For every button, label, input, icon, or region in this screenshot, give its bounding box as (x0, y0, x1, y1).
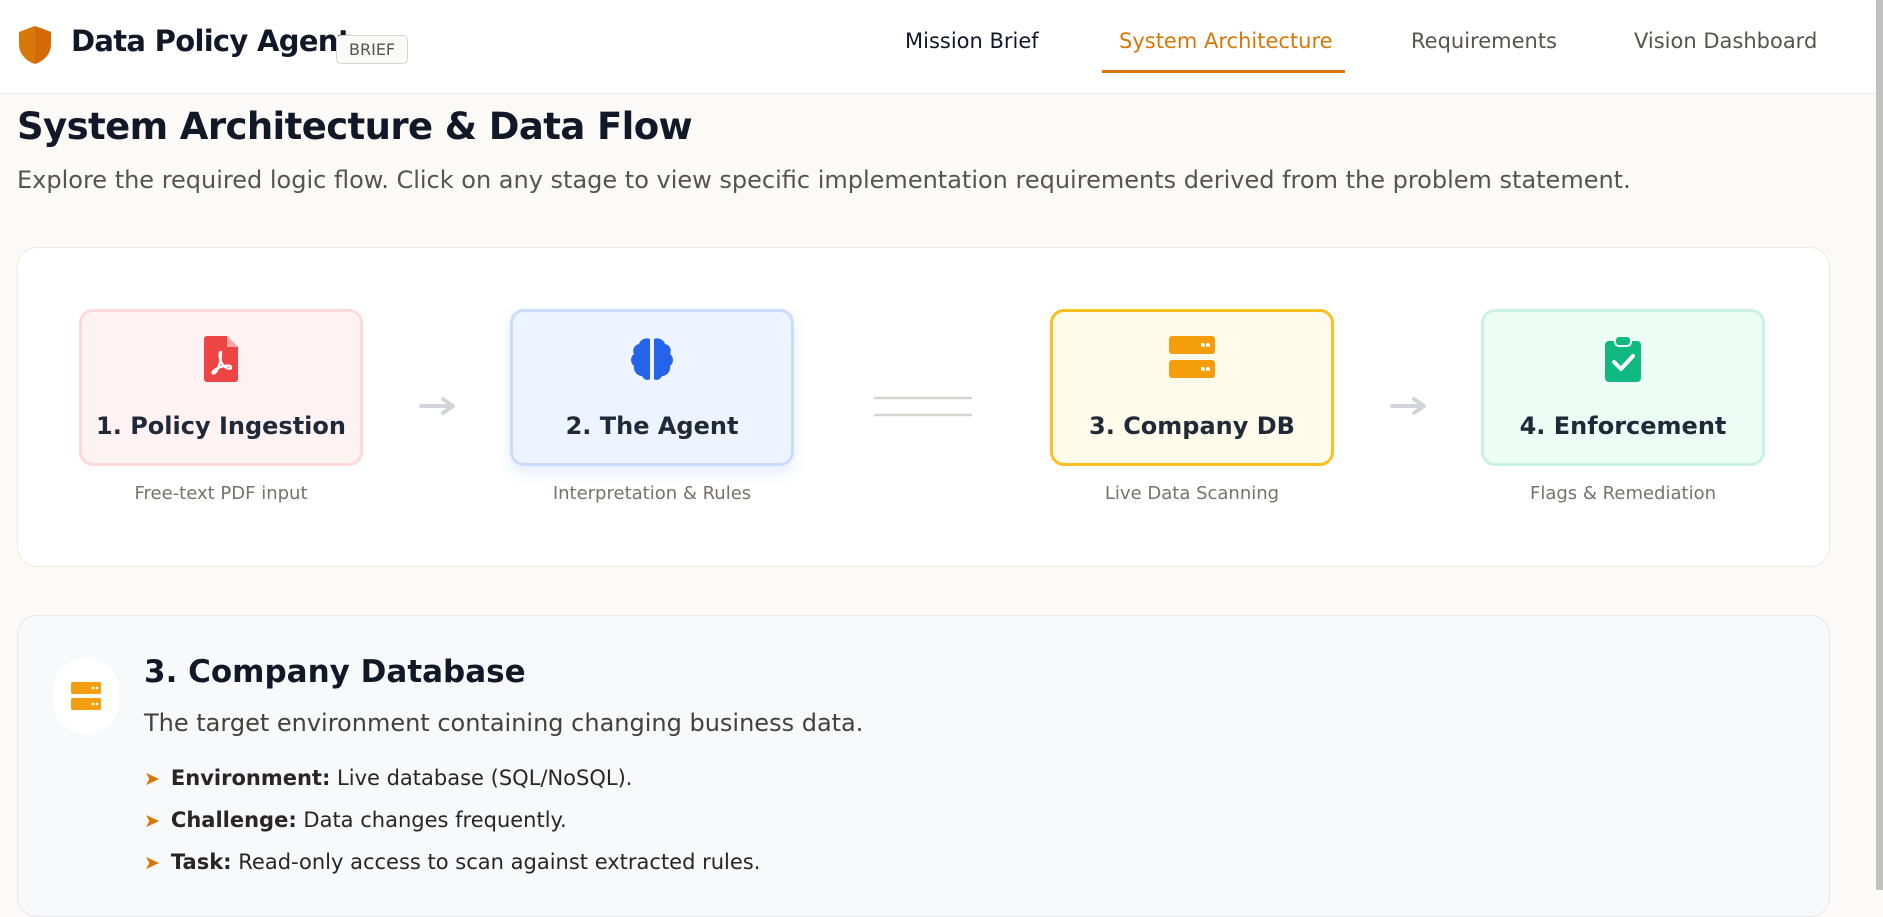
item-text: Data changes frequently. (303, 808, 567, 832)
clipboard-check-icon (1605, 336, 1641, 382)
pdf-file-icon (204, 336, 238, 382)
item-text: Live database (SQL/NoSQL). (337, 766, 633, 790)
stage-title: 2. The Agent (565, 412, 739, 440)
arrow-bullet-icon: ➤ (144, 768, 160, 790)
detail-icon-badge (53, 658, 119, 734)
active-tab-indicator (1102, 70, 1345, 73)
stage-title: 1. Policy Ingestion (96, 412, 346, 440)
stage-title: 3. Company DB (1089, 412, 1295, 440)
brain-icon (631, 338, 673, 380)
database-server-icon (1169, 336, 1215, 378)
page-subtitle: Explore the required logic flow. Click o… (17, 166, 1631, 194)
arrow-bullet-icon: ➤ (144, 852, 160, 874)
item-label: Environment: (170, 766, 331, 790)
item-label: Task: (170, 850, 232, 874)
stage-title: 4. Enforcement (1519, 412, 1727, 440)
arrow-right-icon (419, 397, 455, 415)
stage-policy-ingestion[interactable]: 1. Policy Ingestion (79, 309, 363, 466)
detail-list-item: ➤ Task: Read-only access to scan against … (144, 850, 760, 874)
double-line-connector (874, 396, 972, 417)
tab-system-architecture[interactable]: System Architecture (1119, 29, 1333, 53)
detail-list-item: ➤ Challenge: Data changes frequently. (144, 808, 567, 832)
stage-the-agent[interactable]: 2. The Agent (510, 309, 794, 466)
item-text: Read-only access to scan against extract… (238, 850, 761, 874)
stage-caption: Interpretation & Rules (552, 483, 752, 504)
app-title: Data Policy Agent (71, 24, 352, 58)
arrow-bullet-icon: ➤ (144, 810, 160, 832)
scrollbar-thumb[interactable] (1876, 0, 1883, 890)
stage-caption: Flags & Remediation (1530, 483, 1716, 504)
stage-company-db[interactable]: 3. Company DB (1050, 309, 1334, 466)
stage-caption: Free-text PDF input (134, 483, 308, 504)
tab-mission-brief[interactable]: Mission Brief (905, 29, 1039, 53)
detail-title: 3. Company Database (144, 654, 526, 690)
detail-list-item: ➤ Environment: Live database (SQL/NoSQL). (144, 766, 632, 790)
shield-logo-icon (19, 26, 51, 64)
arrow-right-icon (1390, 397, 1426, 415)
brief-badge: BRIEF (336, 35, 409, 64)
detail-description: The target environment containing changi… (144, 709, 864, 737)
page-title: System Architecture & Data Flow (17, 105, 693, 148)
tab-vision-dashboard[interactable]: Vision Dashboard (1634, 29, 1817, 53)
tab-requirements[interactable]: Requirements (1411, 29, 1557, 53)
item-label: Challenge: (170, 808, 297, 832)
stage-enforcement[interactable]: 4. Enforcement (1481, 309, 1765, 466)
database-server-icon (71, 682, 101, 710)
stage-caption: Live Data Scanning (1104, 483, 1280, 504)
